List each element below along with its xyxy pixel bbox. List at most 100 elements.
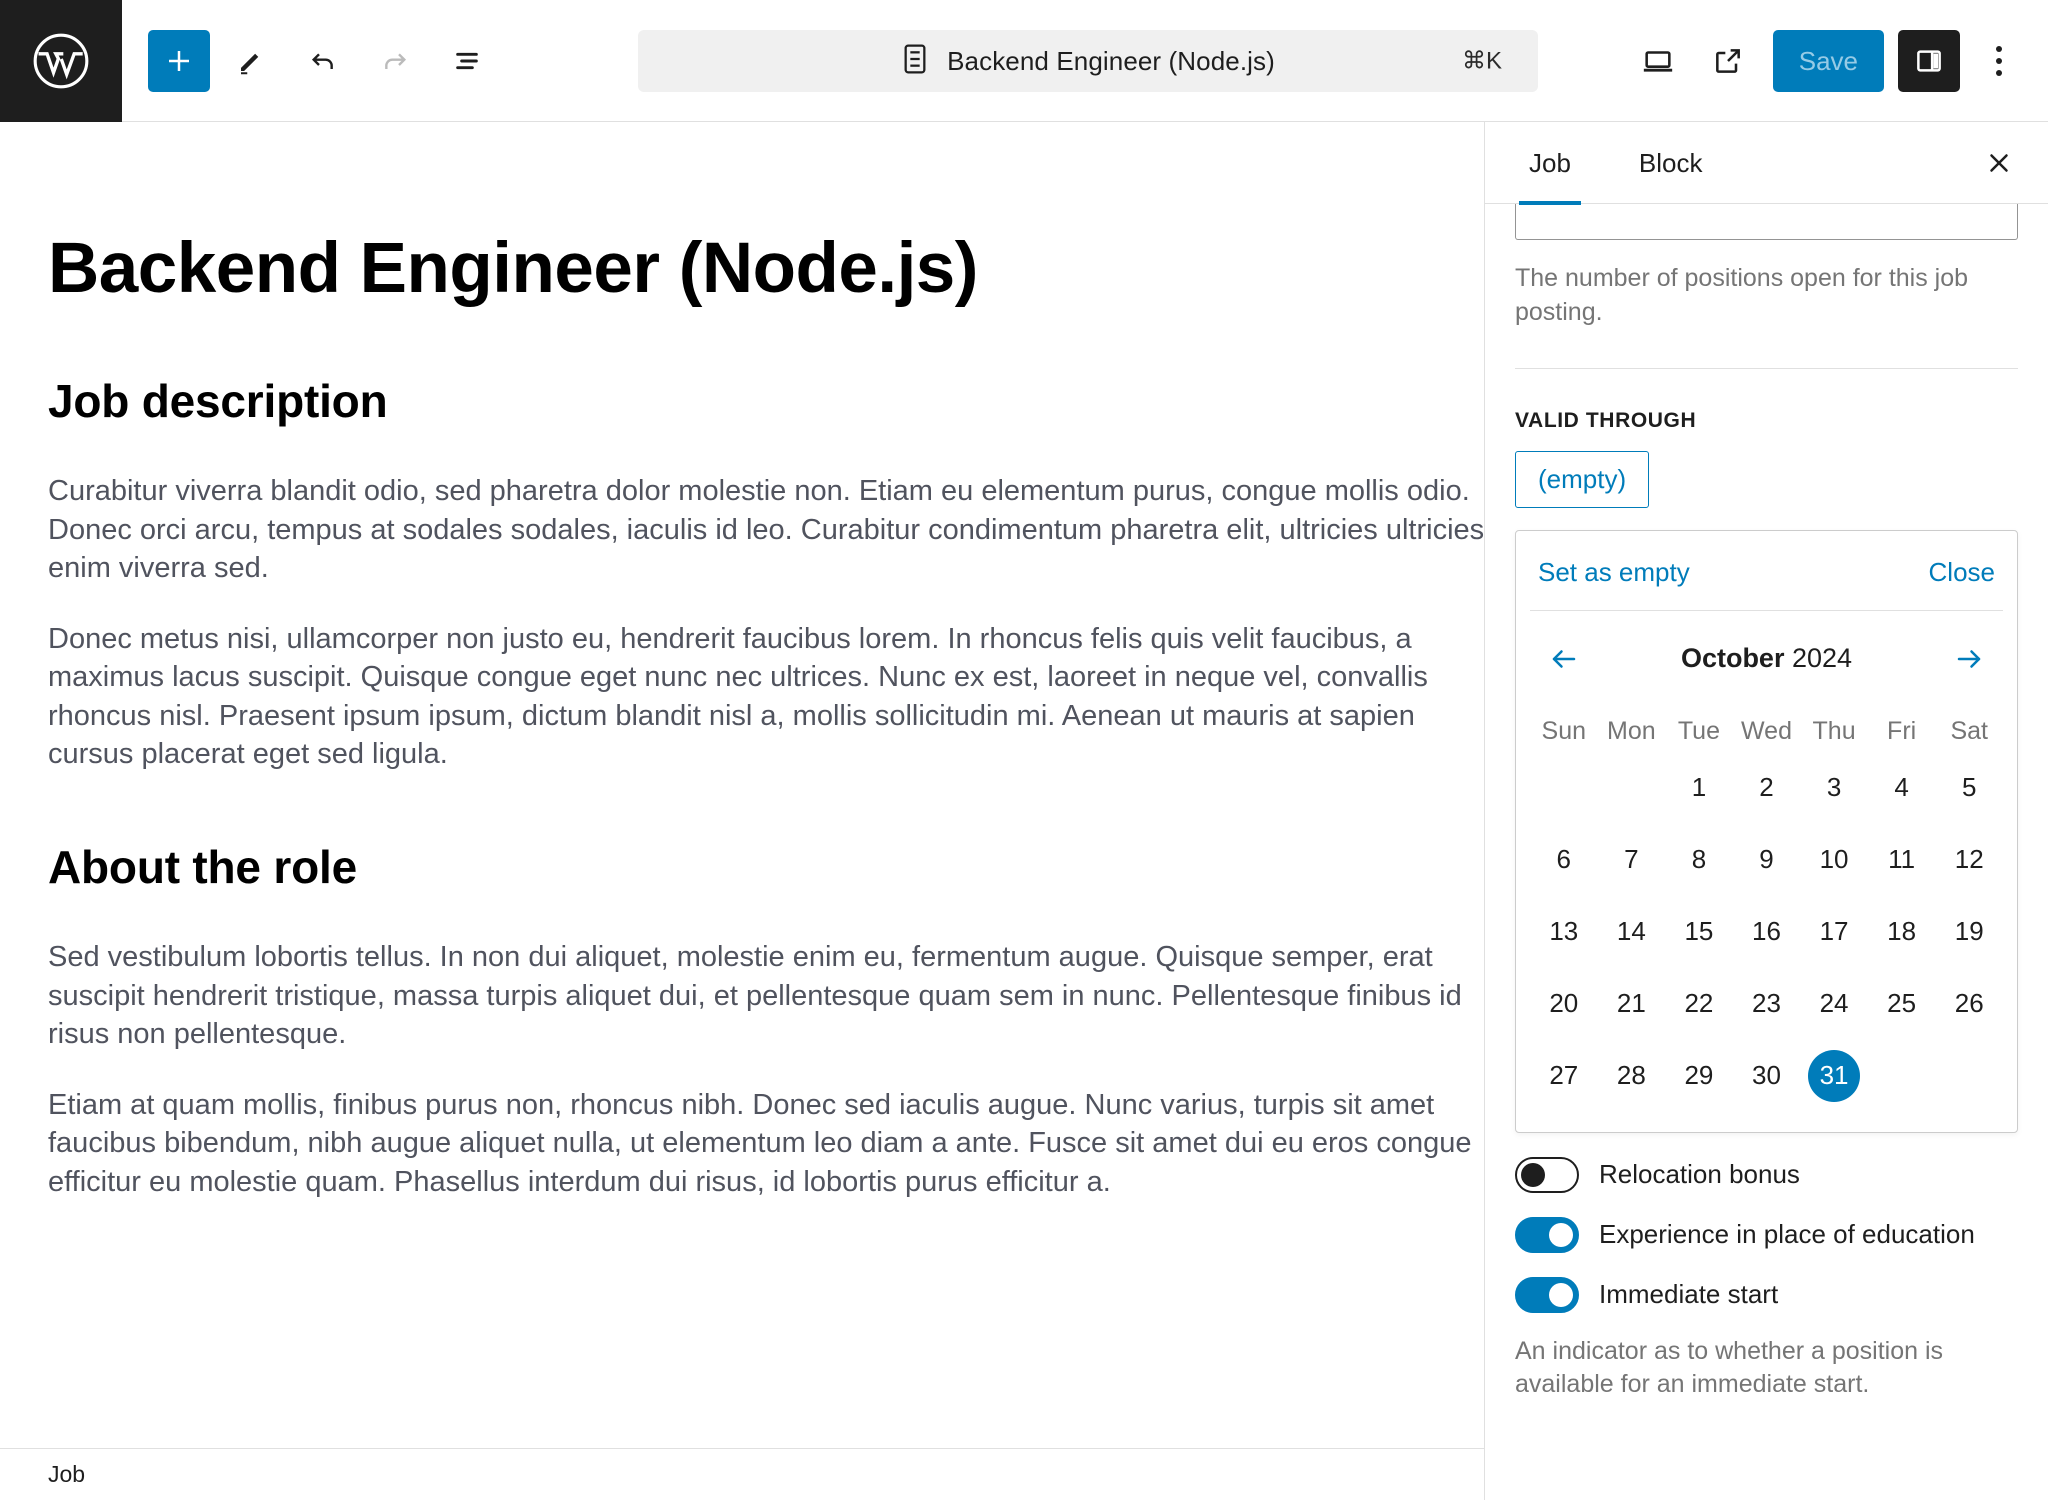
calendar-day[interactable]: 2 xyxy=(1733,752,1801,824)
calendar-weekday-row: Sun Mon Tue Wed Thu Fri Sat xyxy=(1530,689,2003,752)
toggle-switch-relocation-bonus[interactable] xyxy=(1515,1156,1579,1193)
document-title-inner: Backend Engineer (Node.js) xyxy=(901,43,1275,80)
toggle-row-experience-in-place-of-education[interactable]: Experience in place of education xyxy=(1515,1216,2018,1253)
post-title[interactable]: Backend Engineer (Node.js) xyxy=(48,229,1436,308)
calendar-day[interactable]: 28 xyxy=(1598,1040,1666,1112)
toolbar-right-group: Save xyxy=(1627,0,2030,122)
number-of-openings-help: The number of positions open for this jo… xyxy=(1515,264,1969,326)
calendar-day[interactable]: 12 xyxy=(1935,824,2003,896)
calendar-day[interactable]: 27 xyxy=(1530,1040,1598,1112)
toggle-switch-immediate-start[interactable] xyxy=(1515,1276,1579,1313)
close-date-picker-button[interactable]: Close xyxy=(1929,557,1995,588)
immediate-start-help: An indicator as to whether a position is… xyxy=(1515,1336,1944,1399)
calendar-day[interactable]: 5 xyxy=(1935,752,2003,824)
document-title-text: Backend Engineer (Node.js) xyxy=(947,45,1275,76)
breadcrumb[interactable]: Job xyxy=(48,1461,85,1488)
kebab-menu-icon[interactable] xyxy=(1968,30,2030,92)
tools-pencil-icon[interactable] xyxy=(220,30,282,92)
calendar-day[interactable]: 23 xyxy=(1733,968,1801,1040)
date-picker-month-label: October 2024 xyxy=(1681,643,1852,674)
calendar-empty-cell xyxy=(1530,752,1598,824)
settings-sidebar-icon[interactable] xyxy=(1898,30,1960,92)
calendar-weekday: Tue xyxy=(1677,716,1720,745)
calendar-day[interactable]: 10 xyxy=(1800,824,1868,896)
calendar-empty-cell xyxy=(1598,752,1666,824)
arrow-right-icon[interactable] xyxy=(1945,635,1993,683)
calendar-day[interactable]: 3 xyxy=(1800,752,1868,824)
calendar-day[interactable]: 1 xyxy=(1665,752,1733,824)
heading-block[interactable]: About the role xyxy=(48,840,1436,894)
tab-block[interactable]: Block xyxy=(1629,122,1713,204)
calendar-day[interactable]: 29 xyxy=(1665,1040,1733,1112)
paragraph-block[interactable]: Sed vestibulum lobortis tellus. In non d… xyxy=(48,938,1484,1054)
calendar-year: 2024 xyxy=(1791,643,1853,673)
paragraph-block[interactable]: Etiam at quam mollis, finibus purus non,… xyxy=(48,1086,1484,1202)
toggle-knob xyxy=(1549,1222,1573,1247)
sidebar-panel-body: The number of positions open for this jo… xyxy=(1485,190,2048,1402)
calendar-day[interactable]: 21 xyxy=(1598,968,1666,1040)
calendar-day[interactable]: 30 xyxy=(1733,1040,1801,1112)
calendar-day[interactable]: 22 xyxy=(1665,968,1733,1040)
view-external-link-icon[interactable] xyxy=(1697,30,1759,92)
calendar-day[interactable]: 25 xyxy=(1868,968,1936,1040)
toggle-row-relocation-bonus[interactable]: Relocation bonus xyxy=(1515,1156,2018,1193)
set-as-empty-button[interactable]: Set as empty xyxy=(1538,557,1690,588)
sidebar-tab-bar: Job Block xyxy=(1485,122,2048,205)
calendar-day[interactable]: 26 xyxy=(1935,968,2003,1040)
laptop-preview-icon[interactable] xyxy=(1627,30,1689,92)
command-shortcut-hint: ⌘K xyxy=(1461,47,1502,75)
date-picker-month-nav: October 2024 xyxy=(1530,611,2003,689)
calendar-weekday: Wed xyxy=(1741,716,1792,745)
calendar-day[interactable]: 7 xyxy=(1598,824,1666,896)
toggle-group: Relocation bonus Experience in place of e… xyxy=(1515,1156,2018,1313)
toolbar-left-group xyxy=(122,29,498,92)
toggle-knob xyxy=(1521,1162,1545,1187)
editor-statusbar: Job xyxy=(0,1448,1484,1500)
arrow-left-icon[interactable] xyxy=(1540,635,1588,683)
calendar-day[interactable]: 18 xyxy=(1868,896,1936,968)
toggle-knob xyxy=(1549,1282,1573,1307)
heading-block[interactable]: Job description xyxy=(48,374,1436,428)
date-picker-header: Set as empty Close xyxy=(1530,531,2003,611)
valid-through-value-button[interactable]: (empty) xyxy=(1515,450,1650,508)
calendar-day-selected[interactable]: 31 xyxy=(1800,1040,1868,1112)
calendar-day[interactable]: 4 xyxy=(1868,752,1936,824)
calendar-day[interactable]: 13 xyxy=(1530,896,1598,968)
toggle-label-experience-in-place-of-education: Experience in place of education xyxy=(1599,1219,1975,1249)
document-title-bar[interactable]: Backend Engineer (Node.js) ⌘K xyxy=(638,30,1538,92)
settings-sidebar: Job Block The number of positions open f… xyxy=(1484,122,2048,1500)
editor-canvas[interactable]: Backend Engineer (Node.js) Job descripti… xyxy=(0,122,1484,1448)
calendar-weekday: Sun xyxy=(1541,716,1587,745)
toggle-switch-experience-in-place-of-education[interactable] xyxy=(1515,1216,1579,1253)
document-overview-icon[interactable] xyxy=(436,30,498,92)
calendar-day[interactable]: 24 xyxy=(1800,968,1868,1040)
panel-divider xyxy=(1515,367,2018,369)
calendar-day[interactable]: 16 xyxy=(1733,896,1801,968)
add-block-button[interactable] xyxy=(148,29,210,92)
calendar-day[interactable]: 15 xyxy=(1665,896,1733,968)
save-button[interactable]: Save xyxy=(1772,30,1884,92)
close-icon[interactable] xyxy=(1974,138,2024,188)
calendar-weekday: Mon xyxy=(1607,716,1656,745)
toggle-row-immediate-start[interactable]: Immediate start xyxy=(1515,1276,2018,1313)
tab-job[interactable]: Job xyxy=(1519,122,1581,205)
redo-arrow-icon[interactable] xyxy=(364,30,426,92)
undo-arrow-icon[interactable] xyxy=(292,30,354,92)
calendar-day[interactable]: 9 xyxy=(1733,824,1801,896)
calendar-day[interactable]: 6 xyxy=(1530,824,1598,896)
editor-window: Backend Engineer (Node.js) ⌘K Save Backe… xyxy=(0,0,2048,1500)
document-page-icon xyxy=(901,43,929,80)
toggle-label-immediate-start: Immediate start xyxy=(1599,1279,1779,1309)
calendar-day[interactable]: 20 xyxy=(1530,968,1598,1040)
calendar-weekday: Thu xyxy=(1812,716,1856,745)
toggle-label-relocation-bonus: Relocation bonus xyxy=(1599,1159,1800,1189)
calendar-day[interactable]: 19 xyxy=(1935,896,2003,968)
calendar-day[interactable]: 11 xyxy=(1868,824,1936,896)
calendar-day[interactable]: 8 xyxy=(1665,824,1733,896)
calendar-day[interactable]: 17 xyxy=(1800,896,1868,968)
calendar-day-grid: 1 2 3 4 5 6 7 8 9 10 11 12 13 14 15 16 17 18 19 20 21 22 23 24 2… xyxy=(1530,752,2003,1112)
paragraph-block[interactable]: Curabitur viverra blandit odio, sed phar… xyxy=(48,472,1484,588)
calendar-day[interactable]: 14 xyxy=(1598,896,1666,968)
wordpress-logo-icon[interactable] xyxy=(0,0,122,122)
paragraph-block[interactable]: Donec metus nisi, ullamcorper non justo … xyxy=(48,620,1484,774)
